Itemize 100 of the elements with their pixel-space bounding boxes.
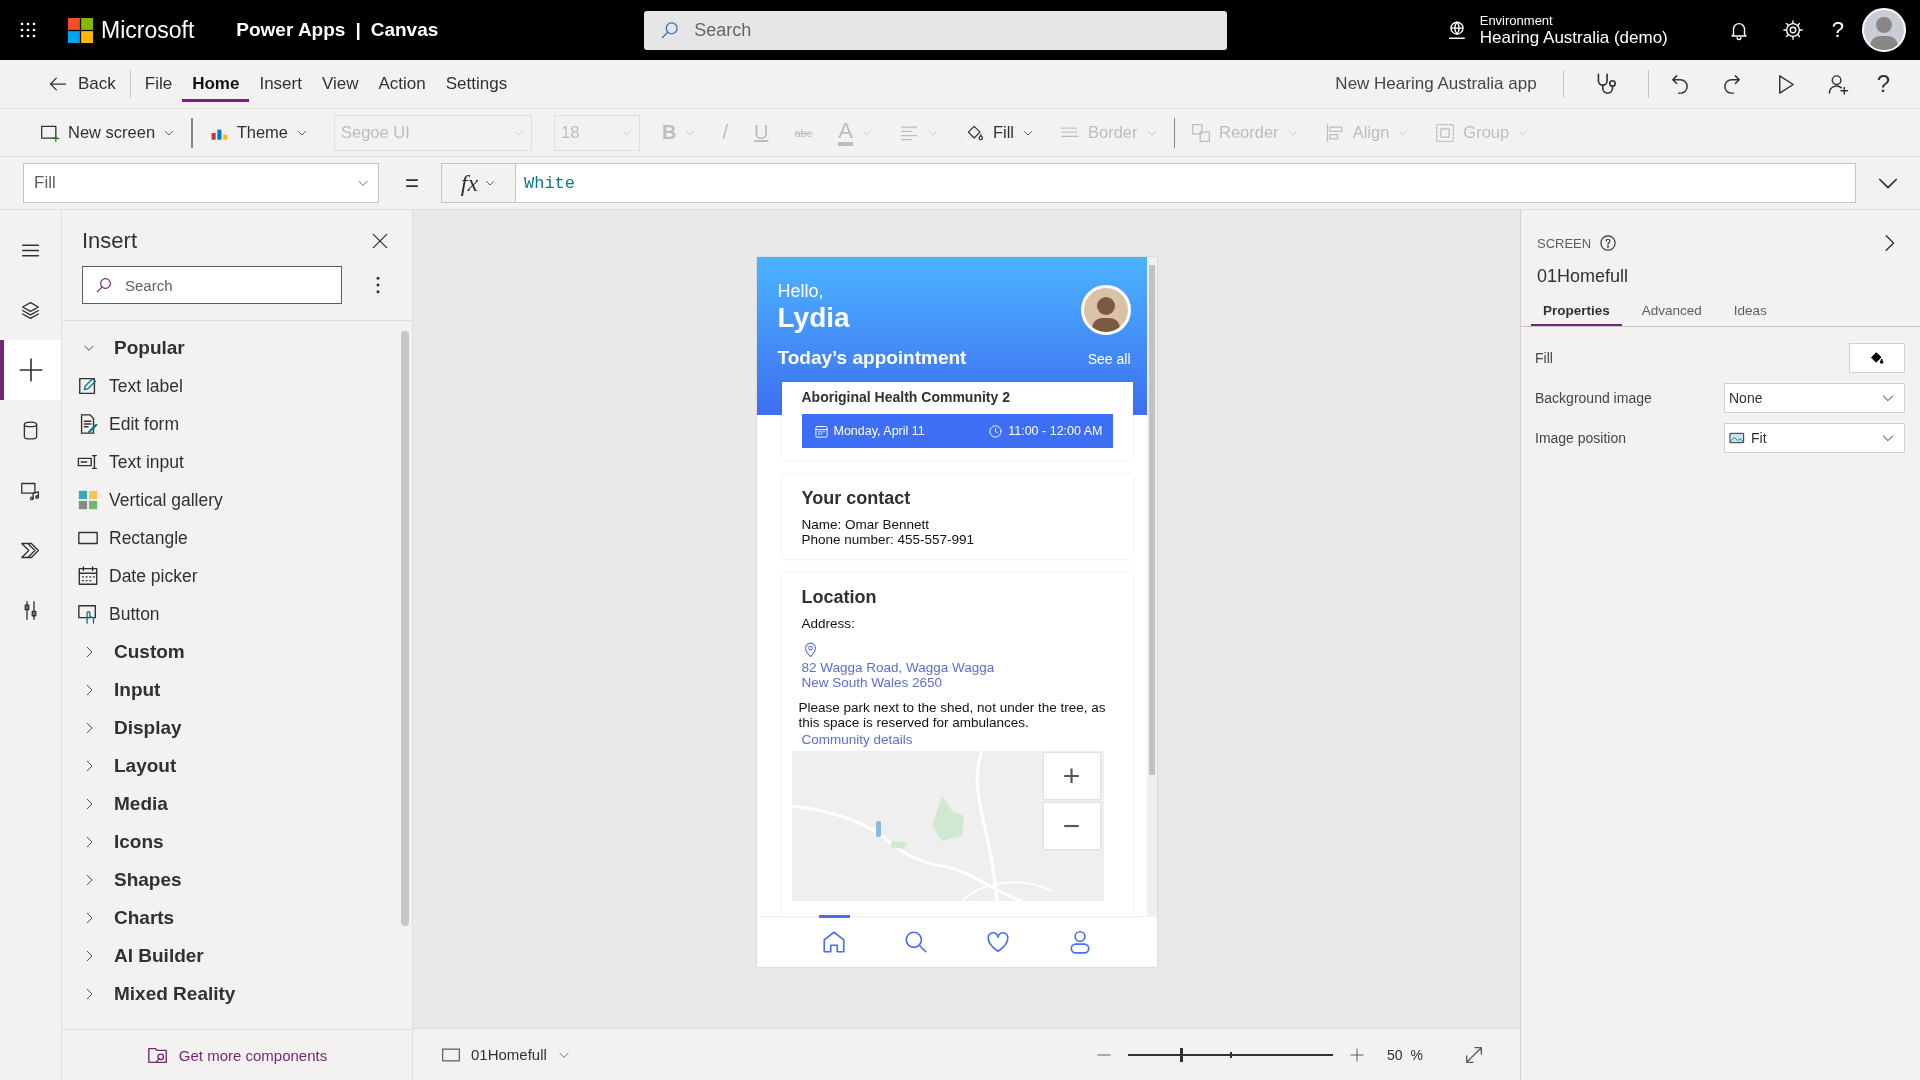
formula-field[interactable]: White — [515, 163, 1856, 203]
card-title: Location — [801, 587, 878, 608]
panel-title: Insert — [82, 228, 138, 254]
greeting: Hello, — [777, 281, 825, 302]
get-more-link[interactable]: Get more components — [140, 1043, 334, 1067]
property-label: Fill — [1535, 350, 1553, 366]
contact-phone: Phone number: 455-557-991 — [801, 532, 976, 547]
search-icon — [902, 929, 929, 955]
zoom-in-button[interactable]: + — [1043, 753, 1100, 799]
avatar — [1080, 285, 1131, 335]
insert-item[interactable]: Rectangle — [62, 519, 401, 557]
layers-icon — [20, 299, 41, 321]
properties-tab[interactable]: Properties — [1531, 303, 1622, 326]
back-button[interactable]: Back — [38, 66, 126, 102]
fill-button[interactable]: Fill — [964, 114, 1034, 151]
appointment-date: Monday, April 11 — [833, 424, 925, 438]
category-toggle[interactable]: Display — [62, 709, 401, 747]
fx-button[interactable]: fx — [441, 163, 515, 203]
reorder-icon — [1191, 122, 1211, 143]
menu-tab[interactable]: Settings — [435, 66, 518, 102]
zoom-out-button[interactable]: − — [1043, 803, 1100, 849]
community-details-link[interactable]: Community details — [801, 732, 1113, 747]
close-icon[interactable] — [370, 231, 390, 251]
slider-thumb[interactable] — [1180, 1047, 1184, 1062]
menu-tab[interactable]: View — [311, 66, 369, 102]
search-icon — [95, 276, 113, 294]
insert-item[interactable]: Button — [62, 595, 401, 633]
category-toggle[interactable]: Media — [62, 785, 401, 823]
properties-tab[interactable]: Advanced — [1629, 303, 1714, 326]
category-toggle[interactable]: Popular — [62, 329, 401, 367]
search-input[interactable]: Search — [692, 18, 1177, 42]
category-toggle[interactable]: Icons — [62, 823, 401, 861]
menu-tab[interactable]: Action — [368, 66, 436, 102]
theme-button[interactable]: Theme — [208, 114, 308, 151]
address-label: Address: — [801, 616, 856, 631]
insert-item[interactable]: Text input — [62, 443, 401, 481]
brand-name: Microsoft — [101, 16, 195, 44]
appointment-time: 11:00 - 12:00 AM — [1008, 424, 1103, 438]
menu-tab[interactable]: Home — [182, 66, 250, 102]
see-all-link[interactable]: See all — [1087, 351, 1131, 367]
address-link[interactable]: New South Wales 2650 — [801, 675, 1113, 690]
property-label: Image position — [1535, 430, 1627, 446]
contact-name: Name: Omar Bennett — [801, 517, 931, 532]
properties-tab[interactable]: Ideas — [1721, 303, 1779, 326]
date-picker-icon — [77, 565, 99, 587]
app-launcher-icon[interactable] — [19, 21, 37, 39]
image-icon — [1729, 430, 1745, 446]
new-screen-button[interactable]: New screen — [40, 114, 176, 151]
help-button[interactable]: ? — [1864, 66, 1902, 102]
help-button[interactable]: ? — [1831, 17, 1844, 43]
parking-note: Please park next to the shed, not under the tree, as this space is reserved for ambulances. — [798, 700, 1107, 730]
insert-icon — [17, 357, 44, 383]
product-name: Power Apps — [236, 19, 346, 41]
title-separator: | — [355, 19, 361, 41]
home-icon — [820, 929, 847, 955]
category-toggle[interactable]: Charts — [62, 899, 401, 937]
calendar-icon — [813, 423, 829, 439]
category-toggle[interactable]: Input — [62, 671, 401, 709]
add-user-icon[interactable] — [1826, 72, 1850, 96]
insert-item[interactable]: Vertical gallery — [62, 481, 401, 519]
insert-rail-button[interactable] — [0, 340, 61, 400]
dropdown-value: Fit — [1751, 430, 1768, 446]
search-field[interactable]: Search — [82, 266, 342, 304]
screen-picker[interactable]: 01Homefull — [435, 1043, 577, 1066]
property-dropdown[interactable]: None — [1724, 383, 1905, 413]
insert-item[interactable]: Edit form — [62, 405, 401, 443]
heart-icon — [984, 929, 1011, 955]
category-toggle[interactable]: Custom — [62, 633, 401, 671]
property-dropdown[interactable]: Fill — [23, 163, 379, 203]
card-title: Your contact — [801, 488, 912, 509]
zoom-value: 50 — [1386, 1046, 1403, 1063]
app-name: New Hearing Australia app — [1335, 74, 1537, 94]
section-title: Today’s appointment — [777, 347, 967, 369]
property-dropdown[interactable]: Fit — [1724, 423, 1905, 453]
zoom-slider[interactable] — [1127, 1047, 1333, 1062]
insert-item[interactable]: Date picker — [62, 557, 401, 595]
fill-color-button[interactable] — [1849, 343, 1905, 373]
settings-icon[interactable] — [1781, 19, 1804, 41]
screen-name: 01Homefull — [1536, 265, 1630, 287]
help-icon[interactable] — [1599, 234, 1618, 252]
category-toggle[interactable]: Shapes — [62, 861, 401, 899]
button-icon — [77, 603, 99, 625]
address-link[interactable]: 82 Wagga Road, Wagga Wagga — [801, 660, 1113, 675]
environment-name[interactable]: Hearing Australia (demo) — [1479, 27, 1668, 48]
appointment-title: Aboriginal Health Community 2 — [801, 389, 1010, 405]
category-toggle[interactable]: Mixed Reality — [62, 975, 401, 1013]
menu-tab[interactable]: File — [134, 66, 183, 102]
search-field[interactable]: Search — [644, 10, 1228, 50]
appointment-card[interactable]: Aboriginal Health Community 2 Monday, April 11 11:00 - 12:00 AM — [781, 382, 1133, 460]
clock-icon — [988, 423, 1004, 439]
zoom-unit: % — [1410, 1046, 1423, 1063]
environment-label: Environment — [1479, 12, 1554, 28]
category-toggle[interactable]: AI Builder — [62, 937, 401, 975]
user-name: Lydia — [777, 302, 850, 334]
category-toggle[interactable]: Layout — [62, 747, 401, 785]
insert-item[interactable]: Text label — [62, 367, 401, 405]
group-icon — [1435, 122, 1456, 143]
paint-bucket-icon — [1869, 350, 1885, 366]
menu-tab[interactable]: Insert — [249, 66, 312, 102]
align-objects-icon — [1324, 122, 1345, 143]
